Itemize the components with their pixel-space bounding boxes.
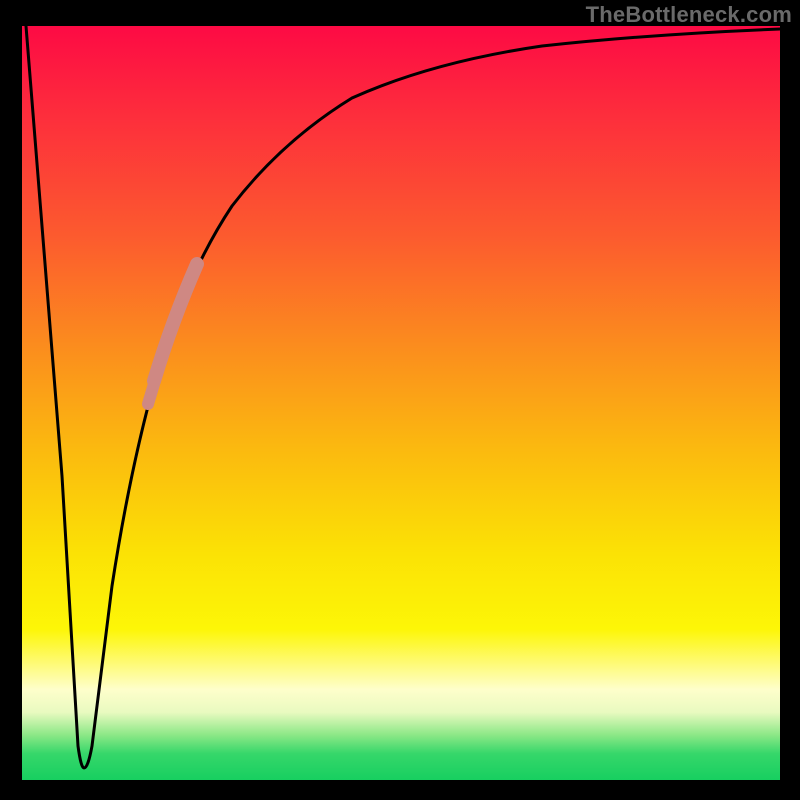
highlight-segment-dot [148, 384, 154, 404]
highlight-segment [154, 264, 197, 381]
bottleneck-curve [26, 26, 780, 768]
chart-svg [22, 26, 780, 780]
watermark-text: TheBottleneck.com [586, 2, 792, 28]
chart-frame: TheBottleneck.com [0, 0, 800, 800]
